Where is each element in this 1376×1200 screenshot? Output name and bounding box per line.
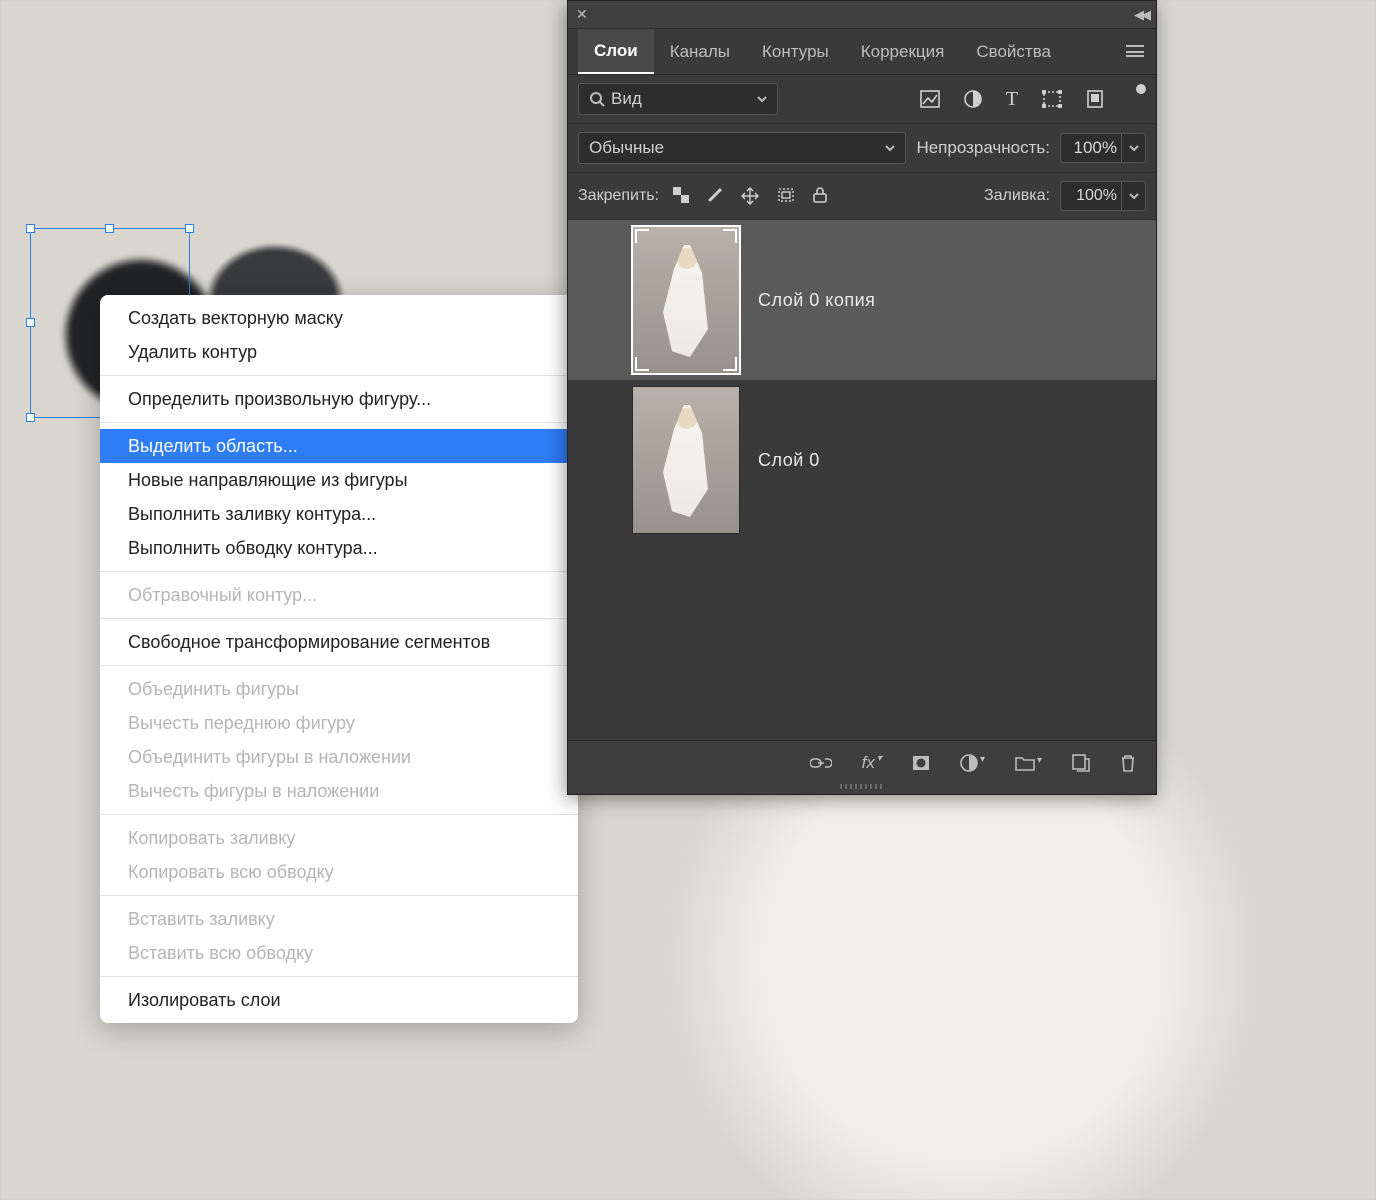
close-icon[interactable]: ✕: [576, 6, 588, 23]
fill-stepper[interactable]: [1122, 181, 1146, 211]
menu-item: Копировать заливку: [100, 821, 578, 855]
lock-artboard-icon[interactable]: [777, 187, 795, 205]
menu-item[interactable]: Выполнить заливку контура...: [100, 497, 578, 531]
blend-mode-value: Обычные: [589, 138, 664, 158]
group-icon[interactable]: ▾: [1015, 755, 1042, 771]
tab-каналы[interactable]: Каналы: [654, 29, 746, 74]
collapse-icon[interactable]: ◀◀: [1134, 7, 1148, 23]
layers-panel: ✕ ◀◀ СлоиКаналыКонтурыКоррекцияСвойства …: [567, 0, 1157, 795]
menu-separator: [100, 814, 578, 815]
menu-item: Копировать всю обводку: [100, 855, 578, 889]
mask-icon[interactable]: [912, 755, 930, 771]
smart-object-icon[interactable]: [1086, 89, 1104, 109]
chevron-down-icon: [883, 141, 897, 155]
new-layer-icon[interactable]: [1072, 754, 1090, 772]
menu-separator: [100, 422, 578, 423]
layer-item[interactable]: Слой 0: [568, 380, 1156, 540]
menu-separator: [100, 375, 578, 376]
context-menu: Создать векторную маскуУдалить контур Опр…: [100, 295, 578, 1023]
menu-item[interactable]: Удалить контур: [100, 335, 578, 369]
menu-item[interactable]: Выполнить обводку контура...: [100, 531, 578, 565]
opacity-label: Непрозрачность:: [916, 138, 1050, 158]
menu-item: Вставить заливку: [100, 902, 578, 936]
menu-separator: [100, 665, 578, 666]
opacity-value[interactable]: 100%: [1060, 133, 1122, 163]
shape-icon[interactable]: [1042, 90, 1062, 108]
layers-empty-area[interactable]: [568, 540, 1156, 740]
tab-коррекция[interactable]: Коррекция: [845, 29, 961, 74]
layer-thumbnail[interactable]: [632, 226, 740, 374]
menu-separator: [100, 618, 578, 619]
tab-свойства[interactable]: Свойства: [960, 29, 1067, 74]
layer-thumbnail[interactable]: [632, 386, 740, 534]
menu-item: Объединить фигуры: [100, 672, 578, 706]
panel-bottom-bar: fx▾ ▾ ▾: [568, 740, 1156, 784]
text-icon[interactable]: T: [1006, 88, 1018, 111]
handle-tr[interactable]: [185, 224, 194, 233]
menu-item[interactable]: Определить произвольную фигуру...: [100, 382, 578, 416]
adjustment-layer-icon[interactable]: ▾: [960, 754, 985, 772]
menu-item: Обтравочный контур...: [100, 578, 578, 612]
layer-name: Слой 0 копия: [758, 290, 875, 311]
fill-label: Заливка:: [984, 187, 1050, 205]
menu-item[interactable]: Создать векторную маску: [100, 301, 578, 335]
fx-icon[interactable]: fx▾: [862, 753, 882, 773]
layers-list: Слой 0 копия Слой 0: [568, 220, 1156, 540]
fill-value[interactable]: 100%: [1060, 181, 1122, 211]
lock-all-icon[interactable]: [813, 187, 827, 205]
menu-item[interactable]: Изолировать слои: [100, 983, 578, 1017]
layer-name: Слой 0: [758, 450, 820, 471]
layer-item[interactable]: Слой 0 копия: [568, 220, 1156, 380]
lock-transparent-icon[interactable]: [673, 187, 689, 205]
menu-item: Вставить всю обводку: [100, 936, 578, 970]
menu-item[interactable]: Свободное трансформирование сегментов: [100, 625, 578, 659]
layer-kind-select[interactable]: Вид: [578, 83, 778, 115]
blend-mode-select[interactable]: Обычные: [578, 132, 906, 164]
handle-ml[interactable]: [26, 318, 35, 327]
menu-separator: [100, 895, 578, 896]
lock-row: Закрепить: Заливка: 100%: [568, 173, 1156, 220]
panel-menu-icon[interactable]: [1126, 42, 1144, 62]
opacity-stepper[interactable]: [1122, 133, 1146, 163]
link-icon[interactable]: [810, 756, 832, 770]
lock-label: Закрепить:: [578, 187, 659, 205]
menu-item: Вычесть переднюю фигуру: [100, 706, 578, 740]
menu-separator: [100, 571, 578, 572]
blend-row: Обычные Непрозрачность: 100%: [568, 124, 1156, 173]
image-filter-icon[interactable]: [920, 90, 940, 108]
adjust-icon[interactable]: [964, 90, 982, 108]
handle-tm[interactable]: [105, 224, 114, 233]
menu-separator: [100, 976, 578, 977]
filter-icons: T: [920, 88, 1146, 111]
tab-слои[interactable]: Слои: [578, 29, 654, 74]
trash-icon[interactable]: [1120, 754, 1136, 772]
chevron-down-icon: [755, 92, 769, 106]
filter-row: Вид T: [568, 75, 1156, 124]
menu-item[interactable]: Новые направляющие из фигуры: [100, 463, 578, 497]
resize-grip[interactable]: [568, 784, 1156, 794]
menu-item: Вычесть фигуры в наложении: [100, 774, 578, 808]
panel-tabs: СлоиКаналыКонтурыКоррекцияСвойства: [568, 29, 1156, 75]
handle-tl[interactable]: [26, 224, 35, 233]
filter-toggle[interactable]: [1136, 84, 1146, 94]
menu-item: Объединить фигуры в наложении: [100, 740, 578, 774]
lock-position-icon[interactable]: [741, 187, 759, 205]
menu-item[interactable]: Выделить область...: [100, 429, 578, 463]
search-icon: [589, 91, 605, 107]
lock-pixels-icon[interactable]: [707, 187, 723, 205]
panel-titlebar[interactable]: ✕ ◀◀: [568, 1, 1156, 29]
tab-контуры[interactable]: Контуры: [746, 29, 845, 74]
layer-kind-label: Вид: [611, 89, 642, 109]
handle-bl[interactable]: [26, 413, 35, 422]
